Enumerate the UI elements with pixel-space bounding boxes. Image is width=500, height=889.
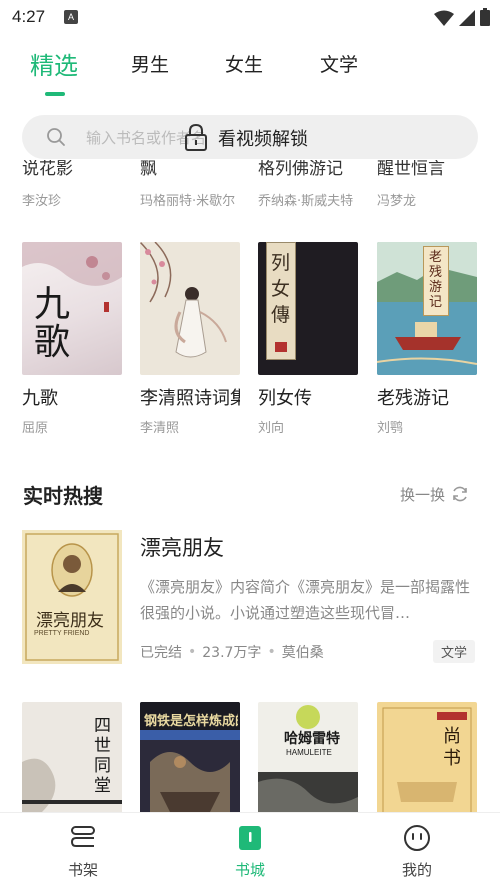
bottom-nav: 书架 书城 我的 <box>0 812 500 889</box>
content-area[interactable]: 说花影 李汝珍 飘 玛格丽特·米歇尔 格列佛游记 乔纳森·斯威夫特 醒世恒言 冯… <box>0 160 500 812</box>
book-author: 玛格丽特·米歇尔 <box>140 194 236 209</box>
tab-male[interactable]: 男生 <box>131 50 169 77</box>
hot-book-item[interactable]: 漂亮朋友 PRETTY FRIEND 漂亮朋友 《漂亮朋友》内容简介《漂亮朋友》… <box>0 530 500 665</box>
refresh-label: 换一换 <box>400 485 446 504</box>
cover-title: 老残游记 <box>429 250 443 310</box>
book-cover[interactable]: 九歌 <box>22 242 122 375</box>
book-description: 《漂亮朋友》内容简介《漂亮朋友》是一部揭露性很强的小说。小说通过塑造这些现代冒… <box>140 578 471 622</box>
cover-title: 哈姆雷特 <box>284 731 340 747</box>
category-tag[interactable]: 文学 <box>433 640 476 663</box>
book-cover[interactable]: 哈姆雷特 HAMULEITE <box>258 702 358 812</box>
cover-artwork <box>140 242 227 358</box>
tab-female[interactable]: 女生 <box>225 50 263 77</box>
signal-icon <box>459 10 475 26</box>
partial-book-row: 说花影 李汝珍 飘 玛格丽特·米歇尔 格列佛游记 乔纳森·斯威夫特 醒世恒言 冯… <box>0 160 500 220</box>
meta-separator: • <box>188 644 197 660</box>
book-title[interactable]: 九歌 <box>22 384 122 410</box>
nav-label: 书架 <box>67 861 98 879</box>
book-author: 冯梦龙 <box>377 194 417 209</box>
book-cover[interactable]: 老残游记 <box>377 242 477 375</box>
nav-label: 我的 <box>401 861 432 879</box>
profile-icon <box>404 825 430 851</box>
book-meta: 已完结 • 23.7万字 • 莫伯桑 <box>140 642 324 662</box>
hot-search-title: 实时热搜 <box>23 484 103 508</box>
book-author: 乔纳森·斯威夫特 <box>258 194 354 209</box>
book-cover[interactable]: 列女傳 <box>258 242 358 375</box>
search-input[interactable]: 输入书名或作者名 看视频解锁 <box>22 115 478 159</box>
unlock-video-text[interactable]: 看视频解锁 <box>218 125 308 151</box>
cover-title: 钢铁是怎样炼成的 <box>144 714 238 729</box>
book-title[interactable]: 老残游记 <box>377 384 477 410</box>
book-author: 屈原 <box>22 421 49 436</box>
nav-bookshelf[interactable]: 书架 <box>43 823 123 880</box>
book-author: 刘鹗 <box>377 421 404 436</box>
book-cover[interactable]: 四世同堂 <box>22 702 122 812</box>
book-cover[interactable] <box>140 242 240 375</box>
cover-title: 九歌 <box>34 284 71 363</box>
book-author: 莫伯桑 <box>281 645 324 661</box>
cover-title: 列女傳 <box>271 252 291 326</box>
book-author: 刘向 <box>258 421 285 436</box>
nav-profile[interactable]: 我的 <box>377 823 457 880</box>
book-title[interactable]: 列女传 <box>258 384 358 410</box>
bookstore-icon <box>239 826 261 850</box>
notification-app-icon: A <box>64 10 78 24</box>
status-indicators <box>434 8 490 26</box>
status-bar: 4:27 A <box>0 0 500 34</box>
book-title[interactable]: 说花影 <box>22 160 122 179</box>
book-cover[interactable]: 漂亮朋友 PRETTY FRIEND <box>22 530 122 664</box>
book-title[interactable]: 格列佛游记 <box>258 160 358 179</box>
book-title[interactable]: 漂亮朋友 <box>140 532 224 562</box>
cover-artwork <box>258 705 358 812</box>
meta-separator: • <box>267 644 276 660</box>
search-icon <box>47 128 65 146</box>
tab-featured[interactable]: 精选 <box>30 46 78 81</box>
cover-title: 漂亮朋友 <box>36 611 104 631</box>
cover-subtitle: PRETTY FRIEND <box>34 630 90 637</box>
tab-literature[interactable]: 文学 <box>320 50 358 77</box>
category-tabs: 精选 男生 女生 文学 <box>0 50 500 100</box>
status-time: 4:27 <box>12 7 46 26</box>
book-cover[interactable]: 尚书 <box>377 702 477 812</box>
bookshelf-icon <box>70 826 95 847</box>
cover-artwork <box>25 533 119 661</box>
book-cover[interactable]: 钢铁是怎样炼成的 <box>140 702 240 812</box>
book-author: 李汝珍 <box>22 194 62 209</box>
book-word-count: 23.7万字 <box>202 645 262 661</box>
book-author: 李清照 <box>140 421 180 436</box>
book-title[interactable]: 李清照诗词集 <box>140 384 240 410</box>
cover-title: 四世同堂 <box>94 716 111 796</box>
book-title[interactable]: 醒世恒言 <box>377 160 477 179</box>
cover-subtitle: HAMULEITE <box>286 748 332 757</box>
refresh-icon <box>453 486 467 502</box>
tab-indicator <box>45 92 65 96</box>
battery-icon <box>480 8 490 26</box>
nav-bookstore[interactable]: 书城 <box>210 823 290 880</box>
lock-icon <box>185 123 207 151</box>
wifi-icon <box>434 10 454 26</box>
nav-label: 书城 <box>234 861 265 879</box>
book-status: 已完结 <box>140 645 182 661</box>
book-title[interactable]: 飘 <box>140 160 240 179</box>
cover-title: 尚书 <box>443 726 461 769</box>
cover-seal <box>275 342 287 352</box>
refresh-button[interactable]: 换一换 <box>400 483 469 505</box>
